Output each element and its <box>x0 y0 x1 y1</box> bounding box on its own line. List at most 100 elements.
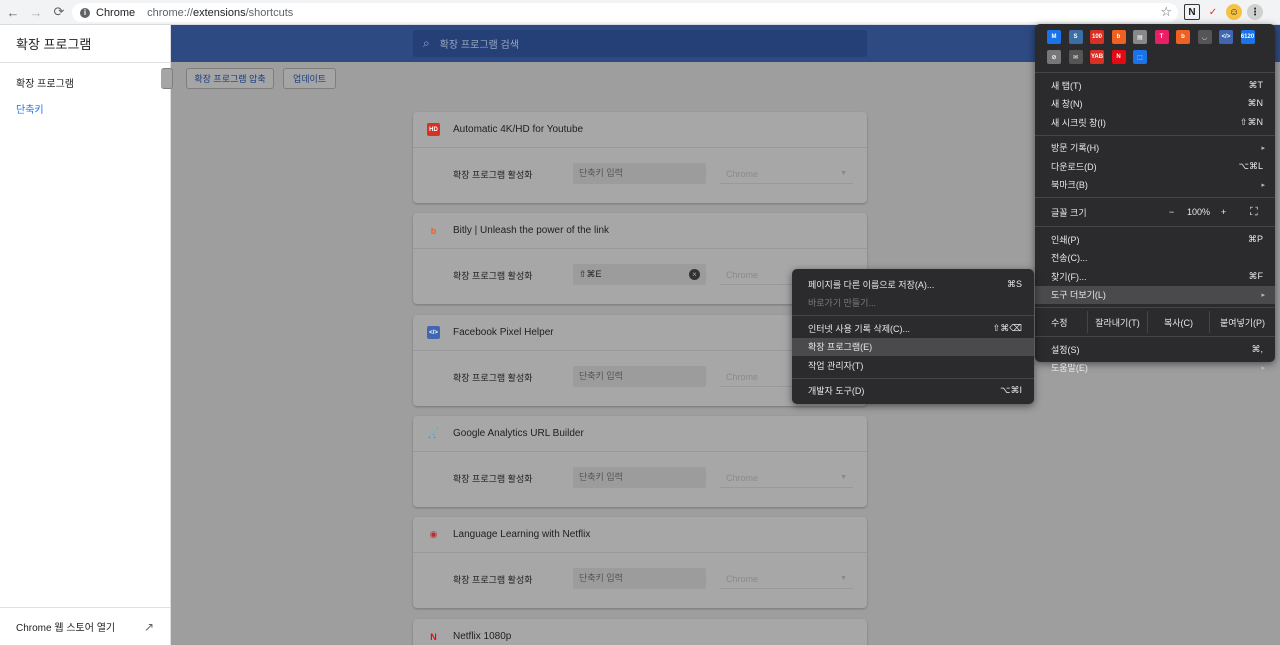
zoom-in-button[interactable]: + <box>1221 207 1226 217</box>
extension-card: N Netflix 1080p <box>413 619 867 645</box>
shortcut-input[interactable]: ⇧⌘E × <box>573 264 706 285</box>
submenu-item[interactable]: 인터넷 사용 기록 삭제(C)... ⇧⌘⌫ <box>792 319 1034 338</box>
site-info-icon[interactable]: i <box>80 7 90 18</box>
menu-item-shortcut: ⌘N <box>1247 98 1264 109</box>
sidebar-item-shortcuts[interactable]: 단축키 <box>0 95 170 121</box>
dropdown-arrow-icon: ▼ <box>840 575 847 582</box>
update-button[interactable]: 업데이트 <box>283 68 336 89</box>
menu-item-label: 방문 기록(H) <box>1051 143 1100 154</box>
shortcut-input[interactable]: 단축키 입력 <box>573 366 706 387</box>
menu-item[interactable]: 새 탭(T) ⌘T <box>1035 76 1275 95</box>
extension-name: Google Analytics URL Builder <box>453 428 584 439</box>
menu-extension-icon[interactable]: S <box>1068 30 1083 44</box>
menu-item-label: 북마크(B) <box>1051 180 1088 191</box>
activate-extension-label: 확장 프로그램 활성화 <box>453 373 533 383</box>
back-button[interactable]: ← <box>3 2 23 22</box>
menu-extension-icon[interactable]: b <box>1176 30 1190 44</box>
menu-item[interactable]: 새 시크릿 창(I) ⇧⌘N <box>1035 113 1275 132</box>
shortcut-input[interactable]: 단축키 입력 <box>573 568 706 589</box>
shortcut-input[interactable]: 단축키 입력 <box>573 467 706 488</box>
checkmark-extension-icon[interactable]: ✓ <box>1205 4 1221 20</box>
chrome-menu-icon[interactable]: ⋮ <box>1247 4 1263 20</box>
scope-select[interactable]: Chrome ▼ <box>720 568 853 589</box>
search-placeholder: 확장 프로그램 검색 <box>439 40 519 51</box>
menu-item-shortcut: ⌥⌘L <box>1238 160 1263 171</box>
extension-name: Facebook Pixel Helper <box>453 327 554 338</box>
menu-item[interactable]: 설정(S) ⌘, <box>1035 340 1275 359</box>
webstore-link[interactable]: Chrome 웹 스토어 열기 ↗ <box>0 607 170 645</box>
submenu-arrow-icon: ▸ <box>1261 291 1265 299</box>
menu-item-shortcut: ⇧⌘⌫ <box>992 322 1022 333</box>
menu-extension-icon[interactable]: ⊘ <box>1047 50 1061 64</box>
edit-label: 수정 <box>1051 317 1068 328</box>
menu-item[interactable]: 도구 더보기(L) ▸ <box>1035 285 1275 304</box>
search-input[interactable]: ⌕ 확장 프로그램 검색 <box>413 30 867 57</box>
menu-item-label: 개발자 도구(D) <box>808 386 865 397</box>
activate-extension-label: 확장 프로그램 활성화 <box>453 271 533 281</box>
bookmark-star-icon[interactable]: ☆ <box>1160 4 1172 20</box>
extension-icon: </> <box>427 326 440 339</box>
menu-item-label: 새 탭(T) <box>1051 80 1082 91</box>
menu-extension-icon[interactable]: 100 <box>1090 30 1104 44</box>
extension-icon: HD <box>427 123 440 136</box>
menu-extension-icon[interactable]: YAB <box>1090 50 1104 64</box>
menu-item[interactable]: 북마크(B) ▸ <box>1035 176 1275 195</box>
menu-item[interactable]: 전송(C)... <box>1035 249 1275 268</box>
webstore-link-label: Chrome 웹 스토어 열기 <box>16 623 116 634</box>
profile-avatar-icon[interactable]: ☺ <box>1226 4 1242 20</box>
menu-item-label: 도움말(E) <box>1051 363 1088 374</box>
menu-item-shortcut: ⇧⌘N <box>1239 116 1263 127</box>
submenu-item[interactable]: 개발자 도구(D) ⌥⌘I <box>792 382 1034 401</box>
menu-item-label: 새 창(N) <box>1051 99 1083 110</box>
submenu-item[interactable]: 확장 프로그램(E) <box>792 337 1034 356</box>
cut-button[interactable]: 잘라내기(T) <box>1087 311 1147 333</box>
menu-item[interactable]: 인쇄(P) ⌘P <box>1035 230 1275 249</box>
menu-extension-icon[interactable]: 6120 <box>1240 30 1255 44</box>
menu-item[interactable]: 방문 기록(H) ▸ <box>1035 139 1275 158</box>
menu-extension-icon[interactable]: M <box>1047 30 1061 44</box>
menu-item-shortcut: ⌘S <box>1006 278 1022 289</box>
menu-item[interactable]: 찾기(F)... ⌘F <box>1035 267 1275 286</box>
extension-card-header: b Bitly | Unleash the power of the link <box>413 213 867 249</box>
zoom-out-button[interactable]: − <box>1169 207 1174 217</box>
shortcut-input-text: ⇧⌘E <box>579 269 602 279</box>
reload-button[interactable]: ⟳ <box>49 2 69 22</box>
scope-select[interactable]: Chrome ▼ <box>720 467 853 488</box>
menu-item-shortcut: ⌘P <box>1247 233 1263 244</box>
extension-name: Netflix 1080p <box>453 631 512 642</box>
sidebar-item-extensions[interactable]: 확장 프로그램 <box>0 69 170 95</box>
activate-extension-label: 확장 프로그램 활성화 <box>453 575 533 585</box>
menu-extension-icon[interactable]: ⬚ <box>1133 50 1147 64</box>
forward-button[interactable]: → <box>26 2 46 22</box>
menu-item[interactable]: 도움말(E) ▸ <box>1035 359 1275 378</box>
menu-extension-icon[interactable]: ▤ <box>1133 30 1147 44</box>
menu-extension-icon[interactable]: b <box>1111 30 1126 44</box>
extension-icon: ◉ <box>429 529 438 539</box>
extension-card: 🛒 Google Analytics URL Builder 확장 프로그램 활성화… <box>413 416 867 507</box>
address-bar[interactable]: i Chrome chrome://extensions/shortcuts ☆ <box>72 3 1178 22</box>
dropdown-arrow-icon: ▼ <box>840 474 847 481</box>
menu-item[interactable]: 다운로드(D) ⌥⌘L <box>1035 157 1275 176</box>
menu-extension-icon[interactable]: ◡ <box>1197 30 1212 44</box>
menu-extension-icon[interactable]: N <box>1111 50 1126 64</box>
menu-extension-icon[interactable]: </> <box>1219 30 1233 44</box>
menu-item-shortcut: ⌘, <box>1251 343 1263 354</box>
menu-item-label: 도구 더보기(L) <box>1051 290 1106 301</box>
submenu-item[interactable]: 페이지를 다른 이름으로 저장(A)... ⌘S <box>792 275 1034 294</box>
clear-shortcut-icon[interactable]: × <box>689 269 700 280</box>
scope-select[interactable]: Chrome ▼ <box>720 163 853 184</box>
menu-item[interactable]: 새 창(N) ⌘N <box>1035 95 1275 114</box>
extension-card-header: HD Automatic 4K/HD for Youtube <box>413 112 867 148</box>
fullscreen-icon[interactable]: ⛶ <box>1250 206 1258 219</box>
notion-icon[interactable]: N <box>1184 4 1200 20</box>
pack-extension-button[interactable]: 확장 프로그램 압축 <box>186 68 274 89</box>
paste-button[interactable]: 붙여넣기(P) <box>1209 311 1275 333</box>
menu-extension-icon[interactable]: ✉ <box>1068 50 1083 64</box>
extension-icon: b <box>430 225 437 236</box>
extension-icon: N <box>430 631 437 642</box>
submenu-item[interactable]: 작업 관리자(T) <box>792 356 1034 375</box>
shortcut-input[interactable]: 단축키 입력 <box>573 163 706 184</box>
partial-button[interactable] <box>161 68 173 89</box>
menu-extension-icon[interactable]: T <box>1154 30 1169 44</box>
copy-button[interactable]: 복사(C) <box>1147 311 1209 333</box>
